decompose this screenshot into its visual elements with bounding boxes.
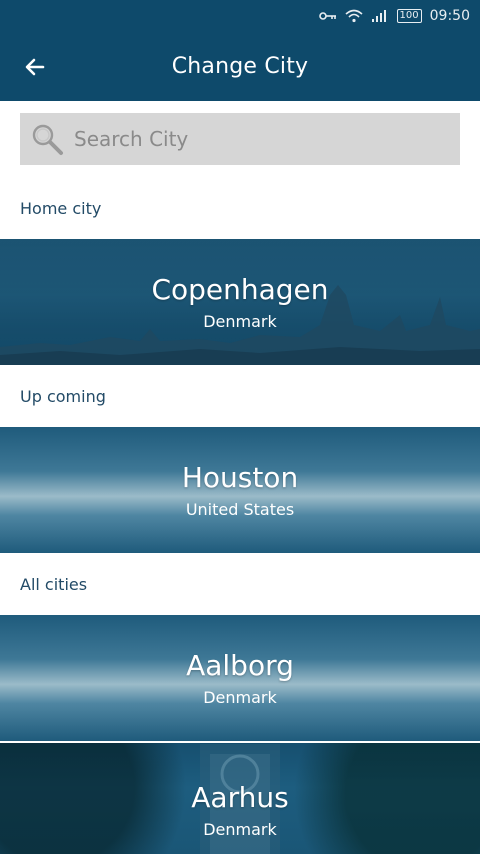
search-input[interactable] bbox=[72, 126, 436, 152]
top-bar: Change City bbox=[0, 36, 480, 96]
key-icon bbox=[318, 12, 336, 20]
signal-icon bbox=[371, 10, 386, 22]
search-bar[interactable] bbox=[20, 113, 460, 165]
status-bar: 100 09:50 bbox=[318, 0, 480, 32]
section-home-city: Home city bbox=[20, 199, 102, 218]
city-country: Denmark bbox=[203, 312, 277, 331]
city-card-aalborg[interactable]: Aalborg Denmark bbox=[0, 615, 480, 741]
arrow-left-icon bbox=[25, 58, 45, 76]
city-card-aarhus[interactable]: Aarhus Denmark bbox=[0, 743, 480, 854]
app-root: 100 09:50 Change City Home city bbox=[0, 0, 480, 854]
app-header: 100 09:50 Change City bbox=[0, 0, 480, 101]
wifi-icon bbox=[345, 9, 363, 23]
city-name: Copenhagen bbox=[151, 273, 329, 306]
magnifier-icon bbox=[32, 124, 63, 155]
section-upcoming: Up coming bbox=[20, 387, 106, 406]
status-time: 09:50 bbox=[429, 8, 470, 24]
back-button[interactable] bbox=[20, 52, 50, 82]
city-name: Aalborg bbox=[186, 649, 294, 682]
city-name: Houston bbox=[181, 461, 299, 494]
city-name: Aarhus bbox=[191, 781, 289, 814]
city-country: Denmark bbox=[203, 688, 277, 707]
city-card-copenhagen[interactable]: Copenhagen Denmark bbox=[0, 239, 480, 365]
city-country: Denmark bbox=[203, 820, 277, 839]
battery-icon: 100 bbox=[396, 9, 422, 23]
city-card-houston[interactable]: Houston United States bbox=[0, 427, 480, 553]
section-all-cities: All cities bbox=[20, 575, 88, 594]
city-country: United States bbox=[185, 500, 295, 519]
page-title: Change City bbox=[171, 53, 309, 79]
